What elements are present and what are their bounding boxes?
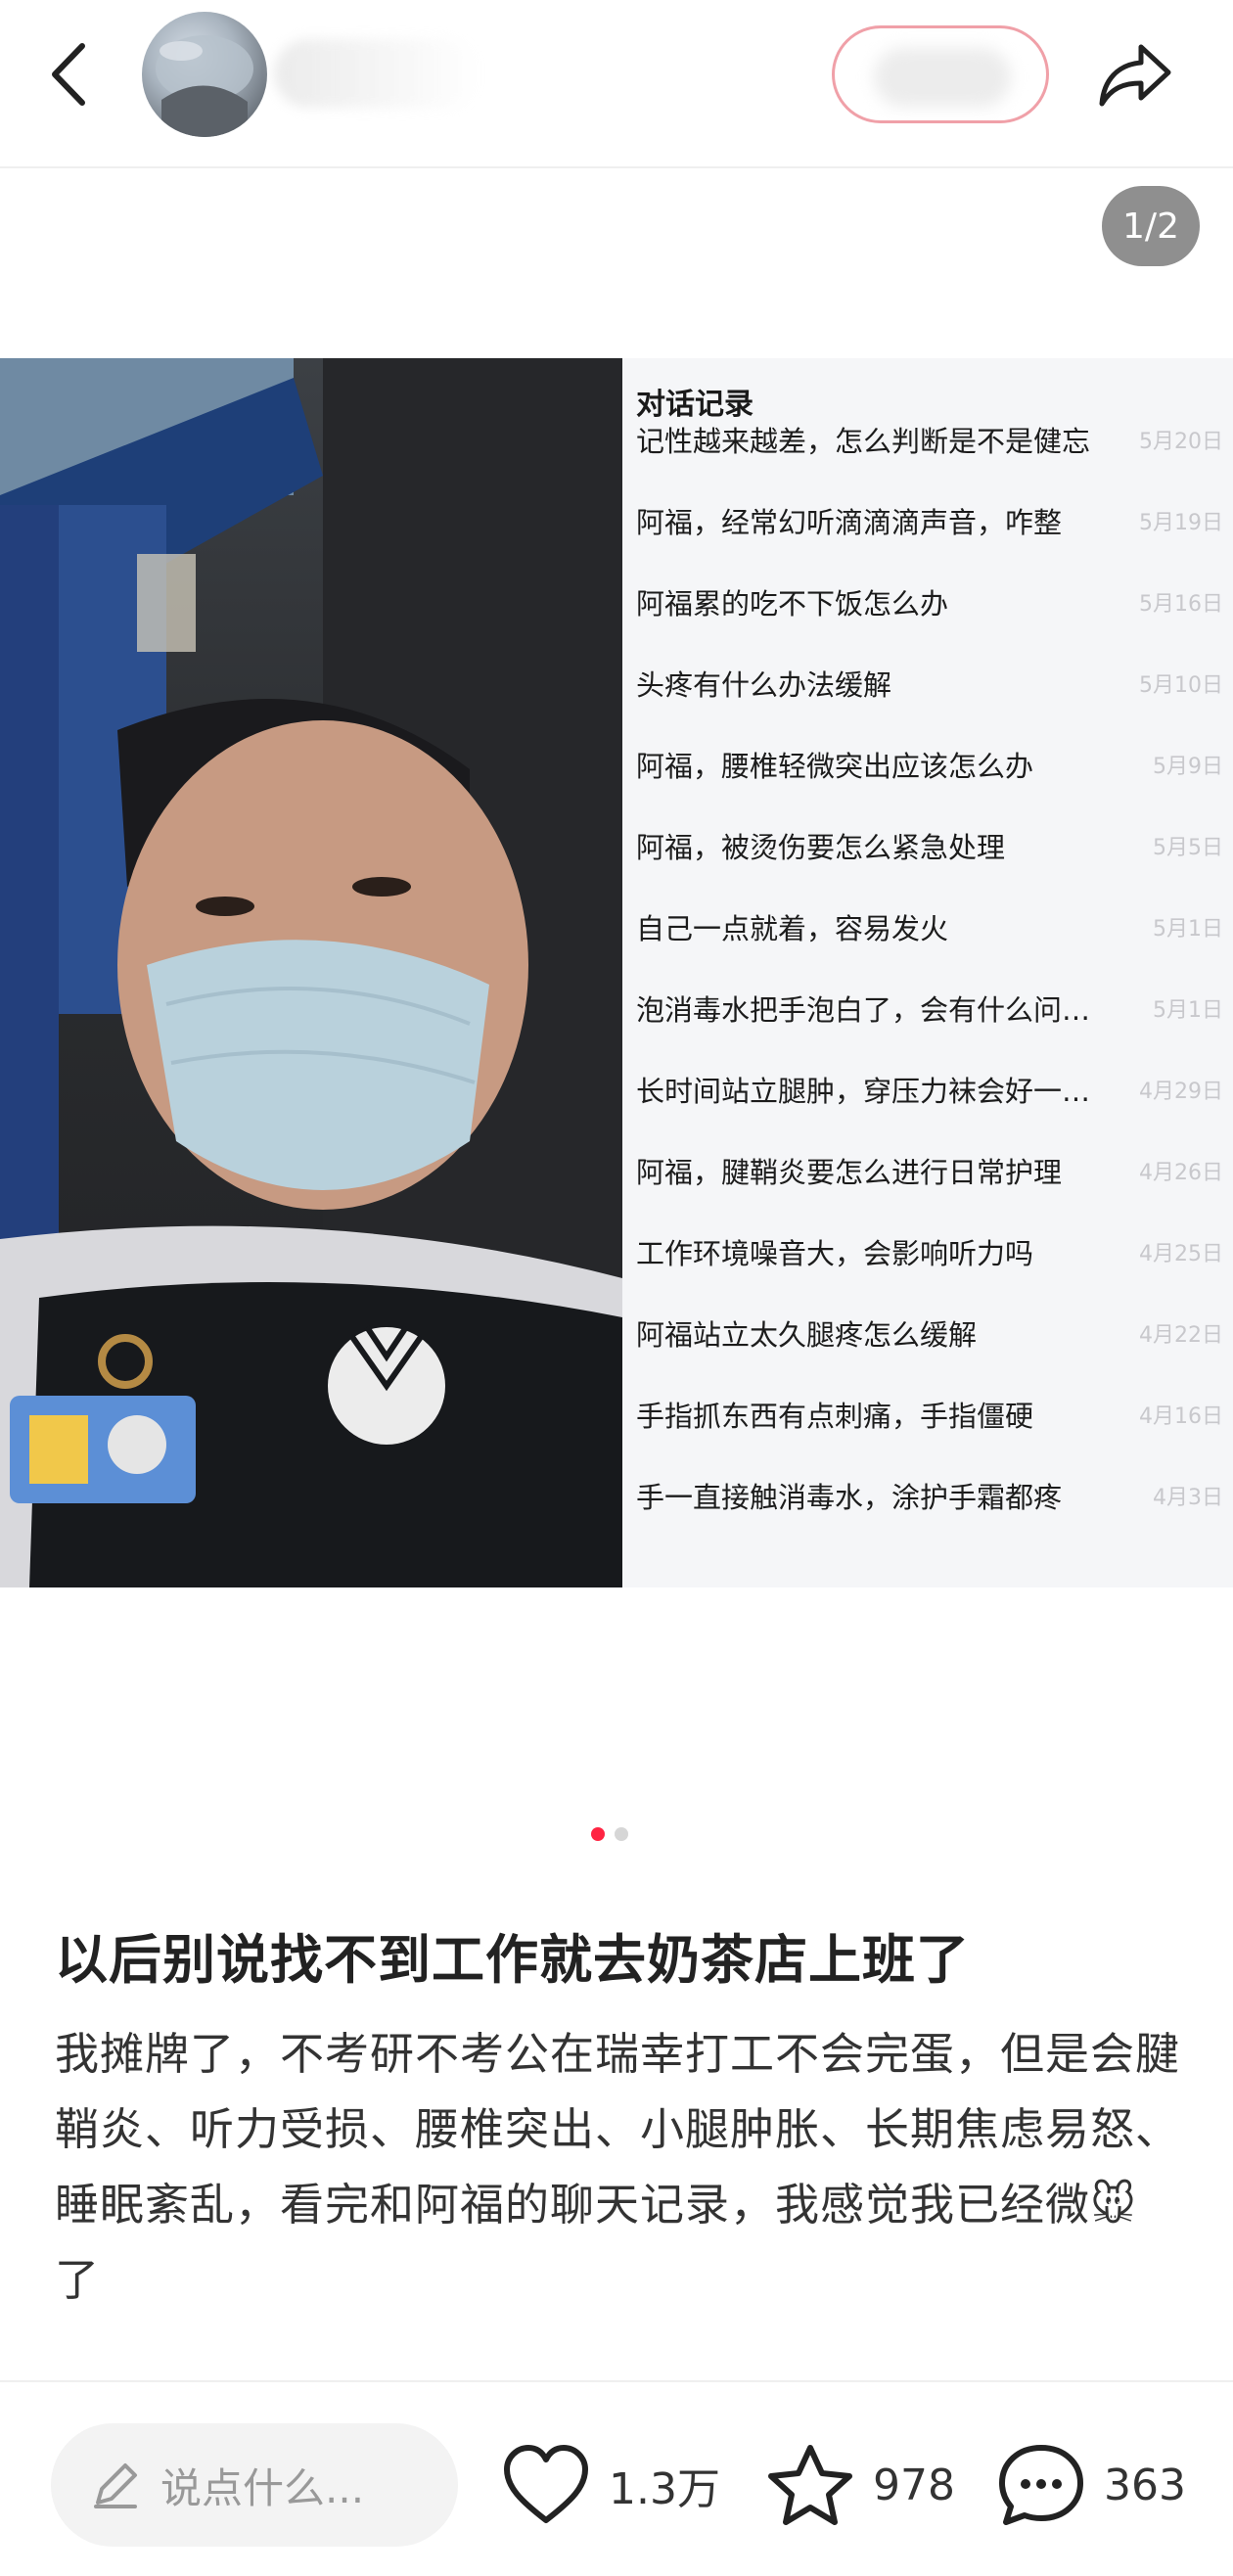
like-button[interactable]: 1.3万 [501, 2441, 720, 2529]
share-arrow-icon [1099, 44, 1171, 107]
chat-question: 阿福，腱鞘炎要怎么进行日常护理 [636, 1156, 1063, 1189]
comment-input[interactable]: 说点什么... [51, 2423, 458, 2547]
chat-date: 4月26日 [1139, 1161, 1223, 1185]
favorite-button[interactable]: 978 [765, 2441, 955, 2529]
like-count: 1.3万 [609, 2464, 720, 2514]
share-button[interactable] [1091, 33, 1179, 115]
favorite-count: 978 [873, 2460, 955, 2510]
pencil-icon [94, 2463, 137, 2508]
follow-button[interactable] [832, 25, 1049, 123]
follow-button-label-blurred [874, 48, 1011, 107]
chat-history-row: 头疼有什么办法缓解 5月10日 [636, 659, 1223, 708]
chat-history-panel: 对话记录 记性越来越差，怎么判断是不是健忘 5月20日 阿福，经常幻听滴滴滴声音，咋… [622, 358, 1233, 1587]
chat-history-row: 长时间站立腿肿，穿压力袜会好一… 4月29日 [636, 1065, 1223, 1114]
chat-date: 5月20日 [1139, 430, 1223, 454]
chat-history-row: 自己一点就着，容易发火 5月1日 [636, 902, 1223, 951]
chat-history-row: 泡消毒水把手泡白了，会有什么问… 5月1日 [636, 984, 1223, 1033]
back-button[interactable] [39, 35, 98, 114]
chat-question: 自己一点就着，容易发火 [636, 912, 949, 945]
post-title: 以后别说找不到工作就去奶茶店上班了 [55, 1929, 970, 1991]
chevron-left-icon [52, 43, 85, 106]
chat-question: 头疼有什么办法缓解 [636, 668, 892, 702]
chat-history-row: 手指抓东西有点刺痛，手指僵硬 4月16日 [636, 1390, 1223, 1439]
carousel-page-indicator: 1/2 [1102, 186, 1200, 266]
chat-question: 手一直接触消毒水，涂护手霜都疼 [636, 1481, 1063, 1514]
chat-date: 5月19日 [1139, 511, 1223, 535]
chat-date: 4月16日 [1139, 1404, 1223, 1429]
chat-history-row: 工作环境噪音大，会影响听力吗 4月25日 [636, 1227, 1223, 1276]
chat-date: 4月22日 [1139, 1323, 1223, 1348]
chat-history-row: 阿福，经常幻听滴滴滴声音，咋整 5月19日 [636, 496, 1223, 545]
chat-history-row: 阿福站立太久腿疼怎么缓解 4月22日 [636, 1309, 1223, 1357]
star-icon [768, 2445, 852, 2525]
carousel-dot-active[interactable] [591, 1827, 605, 1841]
post-image[interactable]: 对话记录 记性越来越差，怎么判断是不是健忘 5月20日 阿福，经常幻听滴滴滴声音，咋… [0, 358, 1233, 1587]
comment-placeholder: 说点什么... [160, 2463, 365, 2512]
post-body: 我摊牌了，不考研不考公在瑞幸打工不会完蛋，但是会腱鞘炎、听力受损、腰椎突出、小腿… [55, 2028, 1181, 2306]
chat-history-row: 阿福，被烫伤要怎么紧急处理 5月5日 [636, 821, 1223, 870]
author-name-blurred[interactable] [274, 39, 480, 108]
chat-date: 5月1日 [1153, 998, 1223, 1023]
chat-date: 5月1日 [1153, 917, 1223, 942]
chat-date: 4月29日 [1139, 1080, 1223, 1104]
chat-question: 阿福，腰椎轻微突出应该怎么办 [636, 750, 1034, 783]
heart-icon [504, 2445, 588, 2523]
selfie-photo [0, 358, 622, 1587]
chat-date: 4月25日 [1139, 1242, 1223, 1266]
chat-history-row: 手一直接触消毒水，涂护手霜都疼 4月3日 [636, 1471, 1223, 1520]
comment-count: 363 [1104, 2460, 1186, 2510]
author-avatar[interactable] [142, 12, 267, 137]
chat-question: 阿福累的吃不下饭怎么办 [636, 587, 949, 621]
chat-question: 阿福，被烫伤要怎么紧急处理 [636, 831, 1006, 864]
selfie-illustration [0, 358, 622, 1587]
chat-history-row: 记性越来越差，怎么判断是不是健忘 5月20日 [636, 415, 1223, 464]
chat-date: 5月10日 [1139, 673, 1223, 698]
comments-button[interactable]: 363 [996, 2441, 1186, 2529]
chat-history-row: 阿福，腱鞘炎要怎么进行日常护理 4月26日 [636, 1146, 1223, 1195]
chat-question: 手指抓东西有点刺痛，手指僵硬 [636, 1400, 1034, 1433]
chat-date: 5月16日 [1139, 592, 1223, 617]
chat-question: 工作环境噪音大，会影响听力吗 [636, 1237, 1034, 1270]
chat-question: 记性越来越差，怎么判断是不是健忘 [636, 425, 1091, 458]
comment-bubble-icon [999, 2445, 1083, 2525]
chat-question: 泡消毒水把手泡白了，会有什么问… [636, 993, 1091, 1027]
avatar-image [156, 35, 253, 137]
chat-date: 5月5日 [1153, 836, 1223, 860]
carousel-dots [591, 1827, 628, 1841]
chat-date: 5月9日 [1153, 755, 1223, 779]
chat-history-row: 阿福累的吃不下饭怎么办 5月16日 [636, 577, 1223, 626]
top-nav-bar [0, 0, 1233, 168]
chat-history-row: 阿福，腰椎轻微突出应该怎么办 5月9日 [636, 740, 1223, 789]
chat-date: 4月3日 [1153, 1486, 1223, 1510]
chat-question: 阿福站立太久腿疼怎么缓解 [636, 1318, 978, 1352]
carousel-dot[interactable] [615, 1827, 628, 1841]
chat-question: 阿福，经常幻听滴滴滴声音，咋整 [636, 506, 1063, 539]
chat-question: 长时间站立腿肿，穿压力袜会好一… [636, 1075, 1091, 1108]
bottom-action-bar: 说点什么... 1.3万 978 363 [0, 2380, 1233, 2576]
